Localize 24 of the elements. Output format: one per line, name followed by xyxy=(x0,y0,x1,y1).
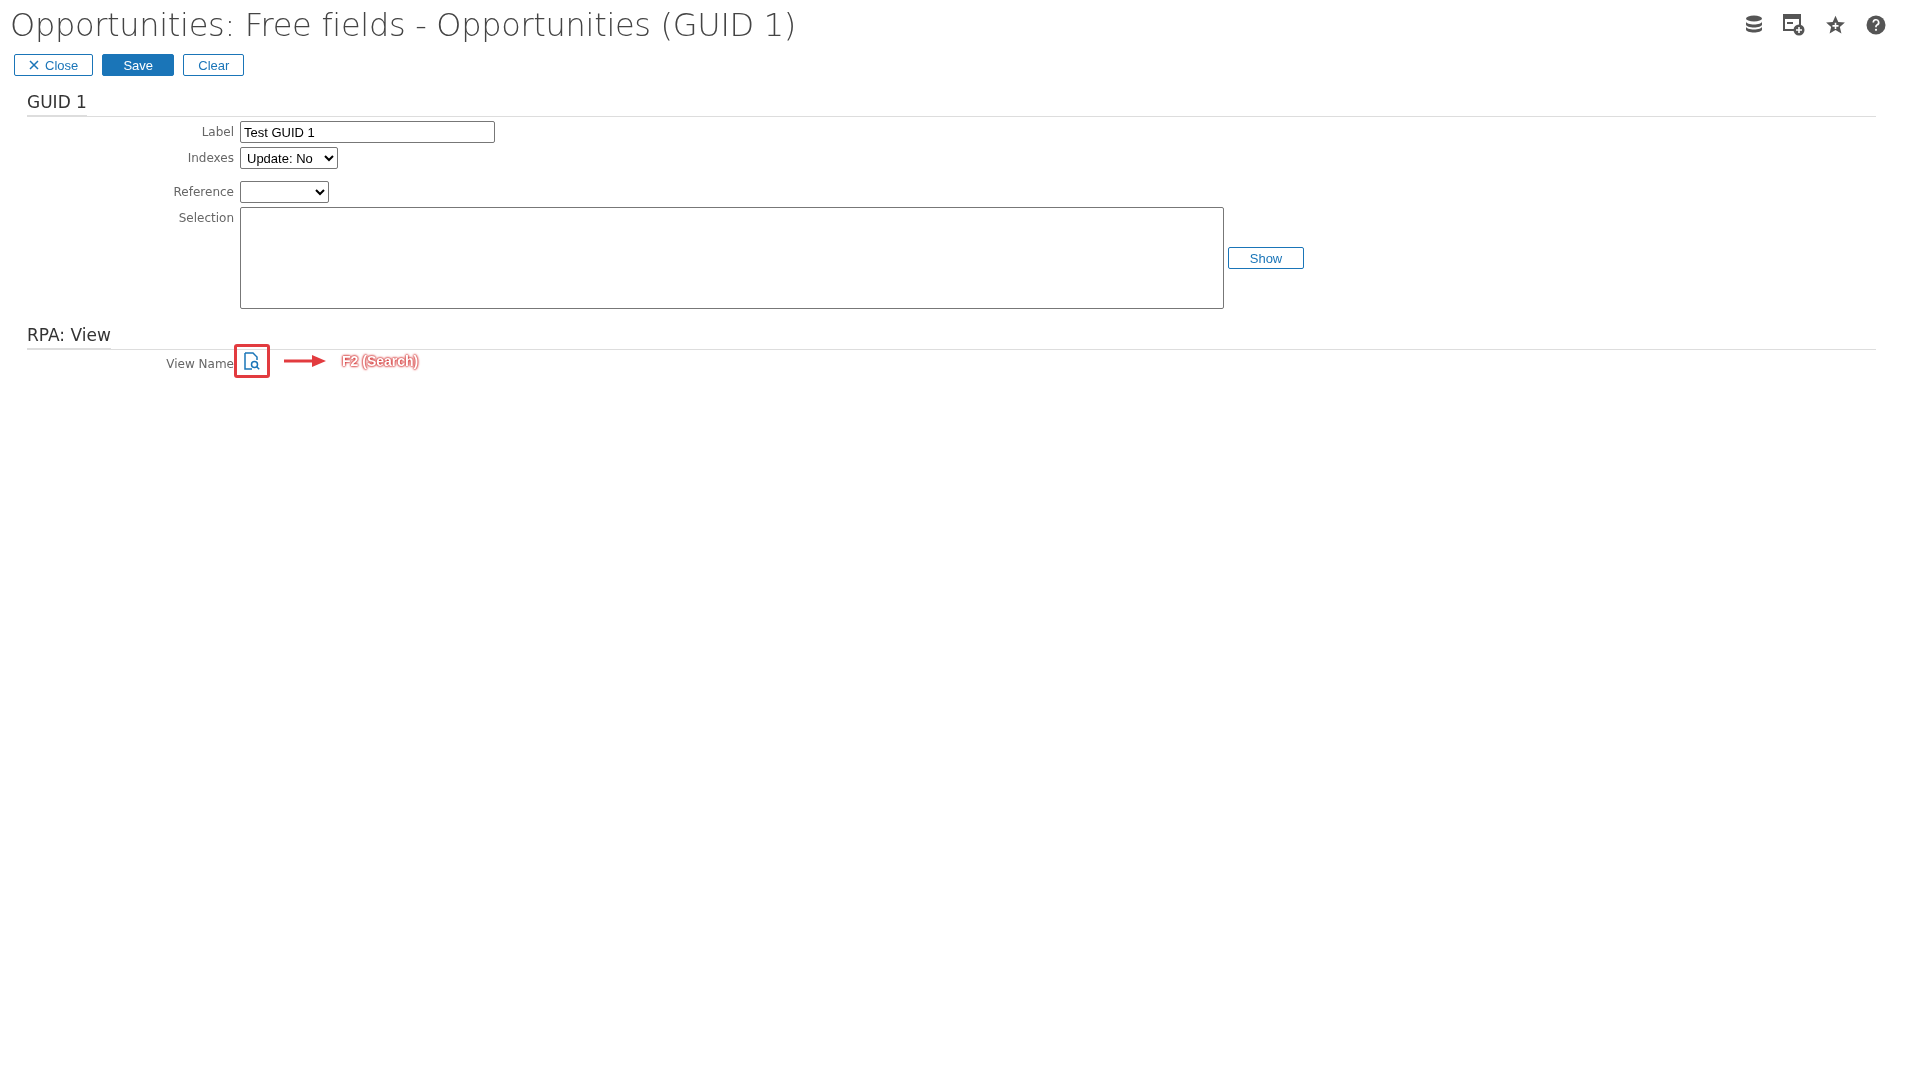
document-search-icon[interactable] xyxy=(244,352,260,370)
close-button[interactable]: Close xyxy=(14,54,94,76)
window-add-icon[interactable] xyxy=(1783,14,1805,36)
dropdown[interactable] xyxy=(240,181,329,203)
field-label: Selection xyxy=(177,210,234,225)
field-label: View Name xyxy=(165,357,234,371)
show-button[interactable]: Show xyxy=(1228,247,1304,269)
section-title: GUID 1 xyxy=(27,92,87,116)
toolbar-button[interactable]: Save xyxy=(102,54,175,76)
dropdown[interactable]: Update: No xyxy=(240,147,338,169)
selection-field[interactable] xyxy=(240,207,1224,309)
text-field[interactable]: Test GUID 1 xyxy=(240,121,495,143)
section-title: RPA: View xyxy=(27,325,111,349)
database-icon[interactable] xyxy=(1745,15,1763,35)
field-label: Indexes xyxy=(186,150,234,165)
help-icon[interactable] xyxy=(1866,15,1886,35)
star-add-icon[interactable] xyxy=(1825,15,1846,35)
page-title: Opportunities: Free fields - Opportunities (GUID 1) xyxy=(10,6,796,44)
arrow-icon xyxy=(284,355,326,367)
close-icon xyxy=(29,60,39,70)
toolbar-button[interactable]: Clear xyxy=(183,54,245,76)
field-label: Reference xyxy=(172,184,234,199)
field-label: Label xyxy=(200,124,234,139)
annotation-text: F2 (Search) xyxy=(340,353,420,369)
